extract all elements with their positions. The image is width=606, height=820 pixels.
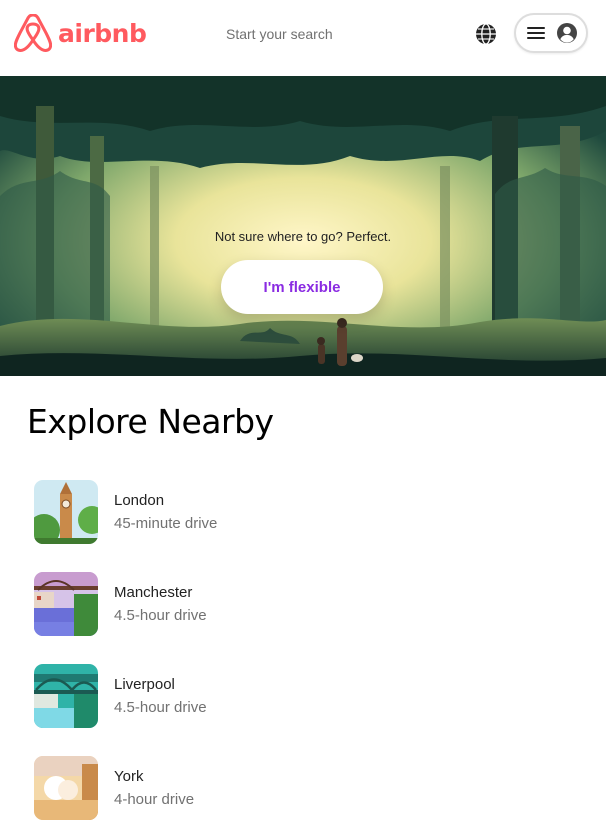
section-title: Explore Nearby [27,402,274,441]
im-flexible-button[interactable]: I'm flexible [221,260,383,314]
drive-time: 4-hour drive [114,791,195,808]
list-item[interactable]: London 45-minute drive [34,480,574,544]
user-menu-button[interactable] [514,13,588,53]
liverpool-thumbnail [34,664,98,728]
list-item[interactable]: Liverpool 4.5-hour drive [34,664,574,728]
drive-time: 45-minute drive [114,515,218,532]
city-name: London [114,492,165,509]
hero-tagline: Not sure where to go? Perfect. [214,229,392,244]
airbnb-logo-icon [14,14,52,52]
list-item[interactable]: York 4-hour drive [34,756,574,820]
airbnb-logo[interactable]: airbnb [14,14,147,54]
brand-name: airbnb [58,19,147,48]
globe-icon[interactable] [474,22,498,46]
drive-time: 4.5-hour drive [114,607,207,624]
drive-time: 4.5-hour drive [114,699,207,716]
city-name: York [114,768,144,785]
hero-banner: Not sure where to go? Perfect. I'm flexi… [0,76,606,376]
york-thumbnail [34,756,98,820]
search-input[interactable]: Start your search [226,26,333,42]
manchester-thumbnail [34,572,98,636]
top-header: airbnb Start your search [0,0,606,76]
london-thumbnail [34,480,98,544]
city-name: Liverpool [114,676,175,693]
hamburger-menu-icon [527,27,545,39]
list-item[interactable]: Manchester 4.5-hour drive [34,572,574,636]
city-name: Manchester [114,584,193,601]
user-avatar-icon [557,23,577,43]
forest-illustration [0,76,606,376]
